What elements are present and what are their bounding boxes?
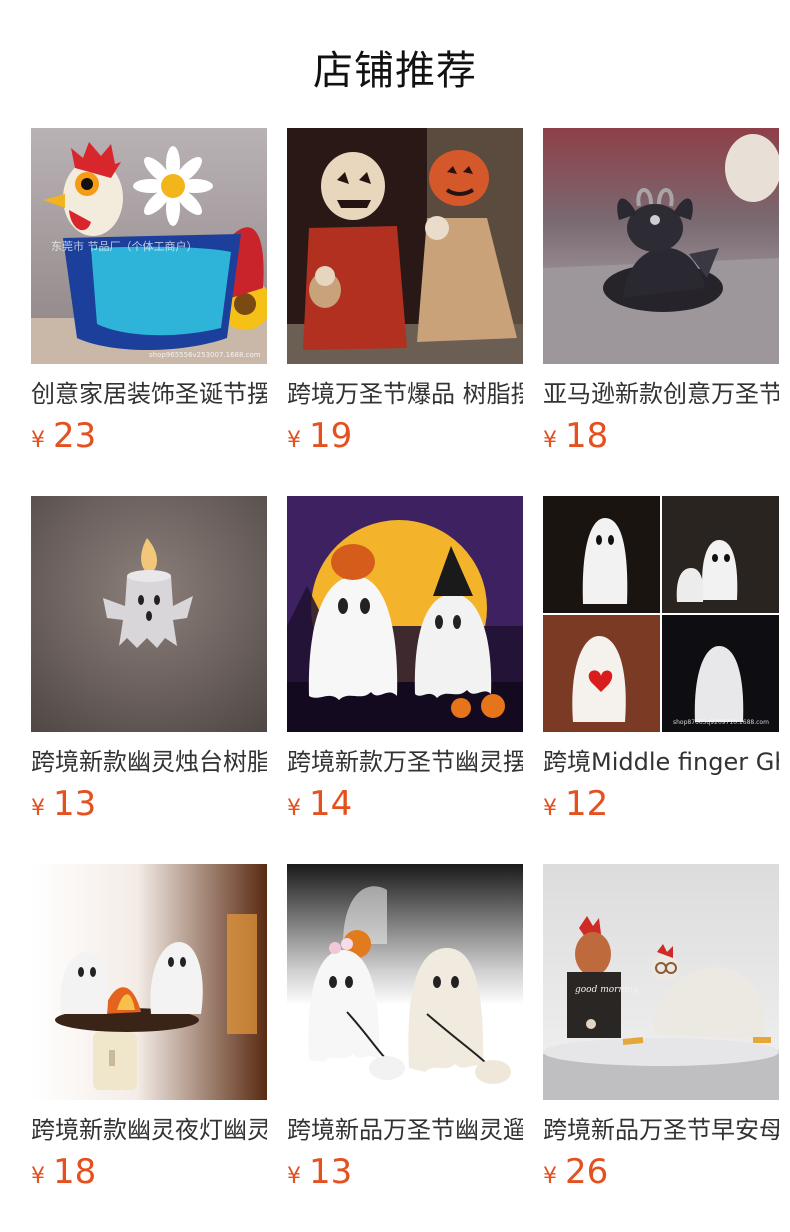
- price-value: 12: [565, 784, 609, 824]
- product-card[interactable]: 跨境新款幽灵夜灯幽灵 ¥ 18: [31, 864, 267, 1232]
- svg-text:shop87665q9209710.1688.com: shop87665q9209710.1688.com: [673, 719, 769, 726]
- svg-text:东莞市 节品厂（个体工商户）: 东莞市 节品厂（个体工商户）: [51, 239, 198, 253]
- price-value: 13: [53, 784, 97, 824]
- product-image[interactable]: [31, 864, 267, 1100]
- product-name[interactable]: 跨境新品万圣节幽灵遛狗: [287, 1114, 523, 1146]
- section-title: 店铺推荐: [313, 48, 477, 94]
- product-image[interactable]: [287, 496, 523, 732]
- product-price: ¥ 13: [287, 1152, 523, 1196]
- product-image[interactable]: [31, 496, 267, 732]
- currency-symbol: ¥: [543, 1164, 557, 1189]
- product-name[interactable]: 亚马逊新款创意万圣节: [543, 378, 779, 410]
- product-card[interactable]: 跨境新品万圣节幽灵遛狗 ¥ 13: [287, 864, 523, 1232]
- product-image[interactable]: [543, 128, 779, 364]
- product-card[interactable]: 跨境万圣节爆品 树脂摆件 ¥ 19: [287, 128, 523, 496]
- currency-symbol: ¥: [287, 1164, 301, 1189]
- product-image[interactable]: good morning: [543, 864, 779, 1100]
- product-name[interactable]: 跨境Middle finger Ghost: [543, 746, 779, 778]
- product-image[interactable]: [287, 128, 523, 364]
- product-price: ¥ 26: [543, 1152, 779, 1196]
- currency-symbol: ¥: [543, 796, 557, 821]
- product-name[interactable]: 跨境新款幽灵夜灯幽灵: [31, 1114, 267, 1146]
- product-name[interactable]: 跨境新款万圣节幽灵摆件: [287, 746, 523, 778]
- product-image[interactable]: shop87665q9209710.1688.com: [543, 496, 779, 732]
- currency-symbol: ¥: [31, 1164, 45, 1189]
- product-image[interactable]: [287, 864, 523, 1100]
- product-image[interactable]: 东莞市 节品厂（个体工商户） shop965556v253007.1688.co…: [31, 128, 267, 364]
- price-value: 23: [53, 416, 97, 456]
- price-value: 19: [309, 416, 353, 456]
- price-value: 18: [53, 1152, 97, 1192]
- product-name[interactable]: 创意家居装饰圣诞节摆件: [31, 378, 267, 410]
- product-name[interactable]: 跨境新款幽灵烛台树脂: [31, 746, 267, 778]
- product-grid: 东莞市 节品厂（个体工商户） shop965556v253007.1688.co…: [31, 128, 779, 1232]
- product-card[interactable]: 亚马逊新款创意万圣节 ¥ 18: [543, 128, 779, 496]
- svg-text:shop965556v253007.1688.com: shop965556v253007.1688.com: [149, 351, 261, 359]
- product-name[interactable]: 跨境新品万圣节早安母鸡: [543, 1114, 779, 1146]
- price-value: 14: [309, 784, 353, 824]
- currency-symbol: ¥: [287, 796, 301, 821]
- currency-symbol: ¥: [31, 428, 45, 453]
- product-price: ¥ 14: [287, 784, 523, 828]
- currency-symbol: ¥: [543, 428, 557, 453]
- currency-symbol: ¥: [287, 428, 301, 453]
- price-value: 26: [565, 1152, 609, 1192]
- price-value: 13: [309, 1152, 353, 1192]
- svg-text:good morning: good morning: [575, 985, 639, 995]
- currency-symbol: ¥: [31, 796, 45, 821]
- product-price: ¥ 13: [31, 784, 267, 828]
- product-card[interactable]: shop87665q9209710.1688.com 跨境Middle fing…: [543, 496, 779, 864]
- product-card[interactable]: 东莞市 节品厂（个体工商户） shop965556v253007.1688.co…: [31, 128, 267, 496]
- product-price: ¥ 18: [31, 1152, 267, 1196]
- product-price: ¥ 12: [543, 784, 779, 828]
- product-card[interactable]: good morning 跨境新品万圣节早安母鸡 ¥ 26: [543, 864, 779, 1232]
- price-value: 18: [565, 416, 609, 456]
- product-price: ¥ 23: [31, 416, 267, 460]
- product-card[interactable]: 跨境新款幽灵烛台树脂 ¥ 13: [31, 496, 267, 864]
- product-price: ¥ 18: [543, 416, 779, 460]
- shop-recommendations-page: 店铺推荐 东莞市 节品厂（个体工商户） shop965556v253007.16…: [0, 0, 790, 1232]
- product-price: ¥ 19: [287, 416, 523, 460]
- product-card[interactable]: 跨境新款万圣节幽灵摆件 ¥ 14: [287, 496, 523, 864]
- product-name[interactable]: 跨境万圣节爆品 树脂摆件: [287, 378, 523, 410]
